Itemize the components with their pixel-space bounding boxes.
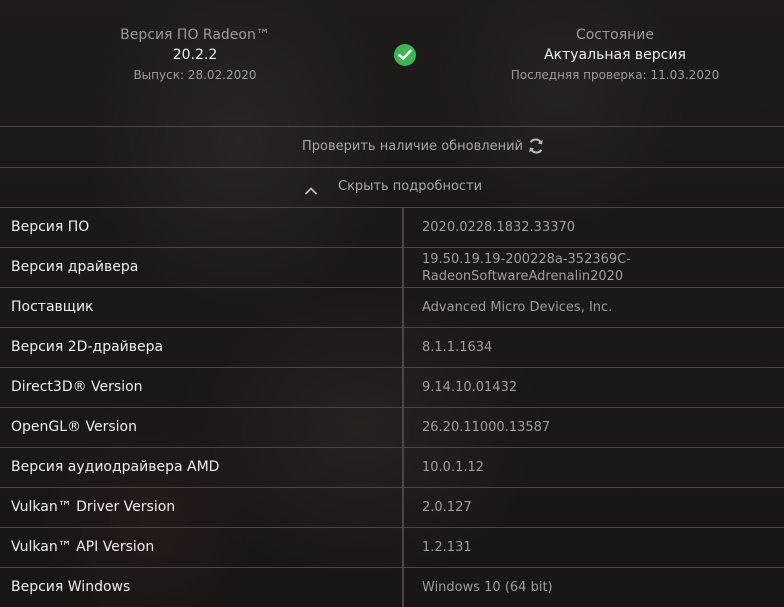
row-value-line: 19.50.19.19-200228a-352369C- (422, 252, 631, 267)
row-value: 26.20.11000.13587 (422, 420, 551, 435)
row-value: 2020.0228.1832.33370 (422, 220, 576, 235)
check-icon (394, 44, 416, 66)
software-version-block: Версия ПО Radeon™ 20.2.2 Выпуск: 28.02.2… (90, 26, 300, 84)
state-block: Состояние Актуальная версия Последняя пр… (495, 26, 735, 84)
row-key: Версия драйвера (11, 259, 139, 275)
row-key: Поставщик (11, 299, 94, 315)
software-version-number: 20.2.2 (172, 47, 218, 63)
table-row: Версия аудиодрайвера AMD 10.0.1.12 (0, 448, 784, 488)
refresh-icon[interactable] (527, 137, 545, 155)
hide-details-label[interactable]: Скрыть подробности (338, 179, 482, 194)
row-value: 8.1.1.1634 (422, 340, 493, 355)
table-row: Версия ПО 2020.0228.1832.33370 (0, 208, 784, 248)
row-value: Advanced Micro Devices, Inc. (422, 300, 613, 315)
row-key: Версия аудиодрайвера AMD (11, 459, 220, 475)
check-updates-button[interactable]: Проверить наличие обновлений (0, 127, 784, 167)
chevron-up-icon[interactable] (304, 181, 318, 195)
table-row: Vulkan™ Driver Version 2.0.127 (0, 488, 784, 528)
status-header: Версия ПО Radeon™ 20.2.2 Выпуск: 28.02.2… (0, 0, 784, 126)
state-title: Состояние (575, 27, 655, 43)
row-value: 1.2.131 (422, 540, 472, 555)
last-check-date: Последняя проверка: 11.03.2020 (510, 68, 720, 82)
row-value: 19.50.19.19-200228a-352369C- RadeonSoftw… (422, 251, 631, 285)
check-updates-label: Проверить наличие обновлений (302, 139, 523, 154)
row-key: Vulkan™ API Version (11, 539, 155, 555)
row-key: Vulkan™ Driver Version (11, 499, 176, 515)
row-key: Direct3D® Version (11, 379, 143, 395)
row-value: Windows 10 (64 bit) (422, 580, 553, 595)
details-table: Версия ПО 2020.0228.1832.33370 Версия др… (0, 208, 784, 607)
software-version-title: Версия ПО Radeon™ (120, 27, 270, 43)
row-value: 2.0.127 (422, 500, 472, 515)
row-value: 10.0.1.12 (422, 460, 485, 475)
table-row: Поставщик Advanced Micro Devices, Inc. (0, 288, 784, 328)
row-key: OpenGL® Version (11, 419, 137, 435)
table-row: OpenGL® Version 26.20.11000.13587 (0, 408, 784, 448)
row-key: Версия 2D-драйвера (11, 339, 164, 355)
table-row: Версия Windows Windows 10 (64 bit) (0, 568, 784, 607)
state-value: Актуальная версия (544, 47, 686, 63)
release-date: Выпуск: 28.02.2020 (133, 68, 257, 82)
table-row: Vulkan™ API Version 1.2.131 (0, 528, 784, 568)
row-key: Версия ПО (11, 219, 90, 235)
row-value: 9.14.10.01432 (422, 380, 518, 395)
table-row: Версия 2D-драйвера 8.1.1.1634 (0, 328, 784, 368)
row-value-line: RadeonSoftwareAdrenalin2020 (422, 269, 624, 284)
row-key: Версия Windows (11, 579, 131, 595)
table-row: Версия драйвера 19.50.19.19-200228a-3523… (0, 248, 784, 288)
table-row: Direct3D® Version 9.14.10.01432 (0, 368, 784, 408)
